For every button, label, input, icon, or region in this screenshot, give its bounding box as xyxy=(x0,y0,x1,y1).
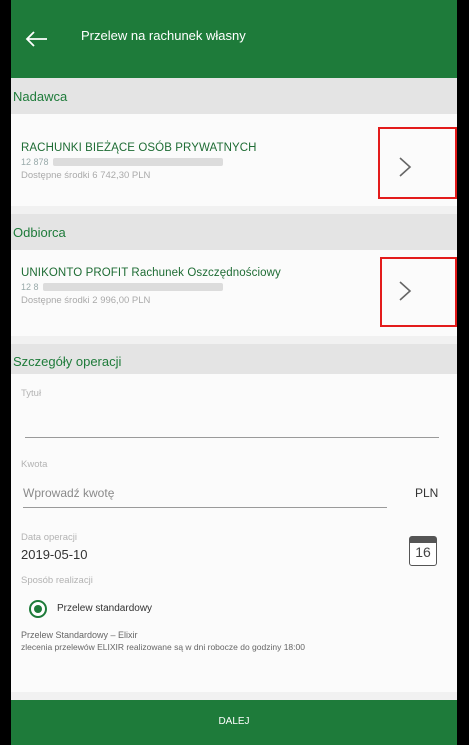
date-value[interactable]: 2019-05-10 xyxy=(21,547,88,562)
calendar-header xyxy=(410,537,436,543)
operation-details-form: Tytuł Kwota Wprowadź kwotę PLN Data oper… xyxy=(11,374,457,692)
masked-number xyxy=(52,158,223,166)
arrow-left-icon[interactable] xyxy=(23,26,51,52)
date-label: Data operacji xyxy=(21,532,77,543)
standard-transfer-radio[interactable] xyxy=(29,600,47,618)
details-section-header: Szczegóły operacji xyxy=(11,344,457,374)
title-label: Tytuł xyxy=(21,388,42,399)
amount-input[interactable]: Wprowadź kwotę xyxy=(23,486,114,500)
calendar-icon[interactable]: 16 xyxy=(409,536,437,566)
app-bar: Przelew na rachunek własny xyxy=(11,0,457,78)
transfer-note-desc: zlecenia przelewów ELIXIR realizowane są… xyxy=(21,642,305,652)
amount-underline xyxy=(23,507,387,508)
sender-balance: Dostępne środki 6 742,30 PLN xyxy=(21,170,151,181)
currency-label: PLN xyxy=(415,486,439,500)
sender-account-name: RACHUNKI BIEŻĄCE OSÓB PRYWATNYCH xyxy=(21,142,257,154)
recipient-account-number-prefix: 12 8 xyxy=(21,282,39,292)
sender-section-header: Nadawca xyxy=(11,78,457,114)
title-input[interactable] xyxy=(21,404,441,434)
recipient-section-header: Odbiorca xyxy=(11,214,457,250)
title-underline xyxy=(25,437,439,438)
masked-number xyxy=(42,283,223,291)
next-button[interactable]: DALEJ xyxy=(11,700,457,745)
transfer-note-title: Przelew Standardowy – Elixir xyxy=(21,630,138,640)
recipient-account-name: UNIKONTO PROFIT Rachunek Oszczędnościowy xyxy=(21,267,281,279)
sender-account-number-prefix: 12 878 xyxy=(21,157,49,167)
amount-label: Kwota xyxy=(21,459,48,470)
method-label: Sposób realizacji xyxy=(21,575,93,586)
sender-account-number: 12 878 xyxy=(21,157,223,167)
highlight-box xyxy=(378,127,457,199)
highlight-box xyxy=(380,257,457,327)
recipient-balance: Dostępne środki 2 996,00 PLN xyxy=(21,295,151,306)
calendar-day: 16 xyxy=(415,544,431,560)
phone-screen: Przelew na rachunek własny Nadawca RACHU… xyxy=(11,0,457,745)
standard-transfer-label: Przelew standardowy xyxy=(57,603,153,614)
recipient-account-number: 12 8 xyxy=(21,282,223,292)
radio-selected-dot xyxy=(34,605,42,613)
page-title: Przelew na rachunek własny xyxy=(81,28,246,43)
